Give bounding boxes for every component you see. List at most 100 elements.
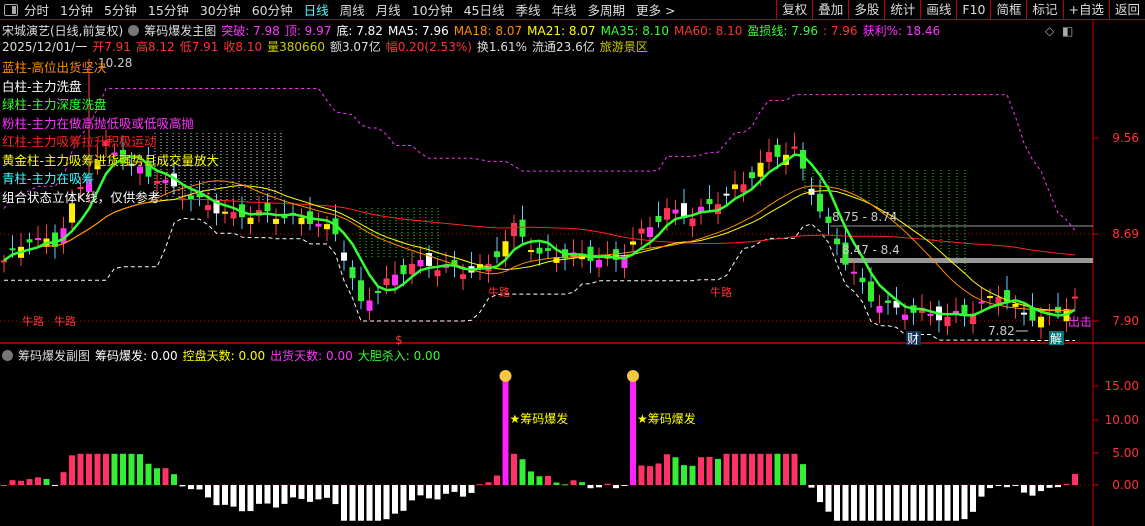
candle-body: [774, 144, 781, 157]
price-axis-label: 8.69: [1112, 227, 1139, 241]
candle-body: [409, 264, 415, 275]
sub-bar: [672, 457, 679, 485]
sub-bar: [1072, 473, 1078, 485]
sub-bar: [664, 454, 670, 485]
sub-bar: [630, 381, 636, 485]
sub-bar: [154, 468, 160, 485]
sub-bar: [570, 480, 577, 485]
candle-body: [230, 212, 237, 219]
sub-bar: [553, 482, 560, 485]
sub-bar: [876, 485, 883, 521]
niulu-label: 牛路: [488, 285, 510, 299]
sub-bar: [885, 485, 891, 521]
info-item: 大胆杀入: 0.00: [357, 349, 441, 363]
legend-item: 粉柱-主力在做高抛低吸或低吸高抛: [2, 115, 195, 131]
candle-body: [52, 232, 58, 247]
sub-bar: [1063, 483, 1070, 485]
sub-bar: [358, 485, 364, 521]
sub-bar: [800, 464, 806, 485]
sub-bar: [1021, 485, 1027, 493]
candle-body: [749, 172, 755, 179]
candle-body: [825, 216, 832, 223]
sub-bar: [970, 485, 976, 512]
candle-body: [655, 215, 662, 222]
support-line: [4, 217, 1075, 341]
candle-body: [400, 265, 407, 275]
sub-bar: [774, 453, 781, 485]
sub-bar: [409, 485, 415, 501]
sub-bar: [698, 457, 704, 485]
candle-body: [740, 184, 747, 193]
sub-bar: [715, 458, 721, 485]
candle-body: [596, 259, 602, 268]
sub-bar: [1, 485, 7, 486]
candle-body: [638, 228, 645, 234]
candle-body: [519, 219, 526, 237]
candle-body: [647, 227, 653, 237]
sub-bar: [859, 485, 866, 521]
sub-bar: [256, 485, 262, 504]
sub-bar: [766, 453, 772, 485]
sub-bar: [689, 465, 696, 485]
candle-body: [664, 208, 670, 220]
sub-bar: [349, 485, 356, 521]
candle-body: [902, 314, 908, 320]
candle-body: [162, 179, 169, 184]
cai-badge-text: 财: [907, 332, 919, 346]
chip-zone-label: 8.47 - 8.4: [842, 243, 900, 257]
candle-body: [264, 202, 271, 212]
candle-body: [494, 251, 500, 258]
sub-bar: [1029, 485, 1036, 496]
sub-axis-label: 5.00: [1112, 446, 1139, 460]
candle-body: [205, 205, 211, 211]
candle-body: [1072, 296, 1078, 299]
sub-bar: [290, 485, 296, 498]
candle-body: [851, 271, 857, 274]
sub-bar: [460, 485, 466, 497]
sub-bar: [511, 453, 517, 485]
sub-bar: [791, 453, 798, 485]
sub-bar: [536, 476, 543, 485]
candle-body: [349, 267, 356, 279]
sub-bar: [392, 485, 398, 514]
price-axis-label: 9.56: [1112, 131, 1139, 145]
sub-bar: [111, 453, 118, 485]
candle-body: [35, 238, 41, 241]
sub-bar: [26, 479, 33, 485]
sub-bar: [783, 453, 789, 485]
candle-body: [358, 280, 364, 302]
sub-bar: [621, 485, 628, 486]
info-item: 筹码爆发副图: [18, 349, 91, 363]
niulu-label: 牛路: [54, 314, 76, 328]
sub-bar: [103, 453, 109, 485]
sub-bar: [808, 485, 815, 488]
indicator-menu-icon[interactable]: [2, 350, 13, 361]
sub-bar: [52, 485, 58, 486]
candle-body: [723, 193, 730, 196]
sub-bar: [307, 485, 313, 502]
sub-bar: [332, 485, 339, 505]
info-item: 控盘天数: 0.00: [182, 349, 266, 363]
legend-item: 红柱-主力吸筹拉升积极运动: [2, 134, 157, 149]
jie-badge-text: 解: [1050, 332, 1062, 346]
sub-bar: [179, 485, 186, 487]
burst-label: ★筹码爆发: [637, 411, 696, 426]
candle-body: [392, 274, 398, 286]
sub-bar: [732, 453, 738, 485]
sub-bar: [910, 485, 917, 521]
candle-body: [341, 252, 347, 261]
candle-body: [630, 241, 636, 245]
sub-bar: [400, 485, 407, 511]
candle-body: [978, 301, 985, 304]
candle-body: [366, 300, 373, 311]
chart-canvas[interactable]: 10.288.75 - 8.748.47 - 8.47.82牛路 牛路牛路 牛路$ 财…: [0, 0, 1145, 526]
candle-body: [689, 218, 696, 227]
sub-bar: [655, 463, 662, 485]
sub-bar: [375, 485, 381, 521]
sub-bar: [468, 485, 475, 493]
candle-body: [298, 217, 305, 225]
sub-bar: [86, 453, 92, 485]
sub-bar: [842, 485, 849, 521]
sub-axis-label: 15.00: [1104, 379, 1139, 393]
sub-bar: [273, 485, 279, 508]
